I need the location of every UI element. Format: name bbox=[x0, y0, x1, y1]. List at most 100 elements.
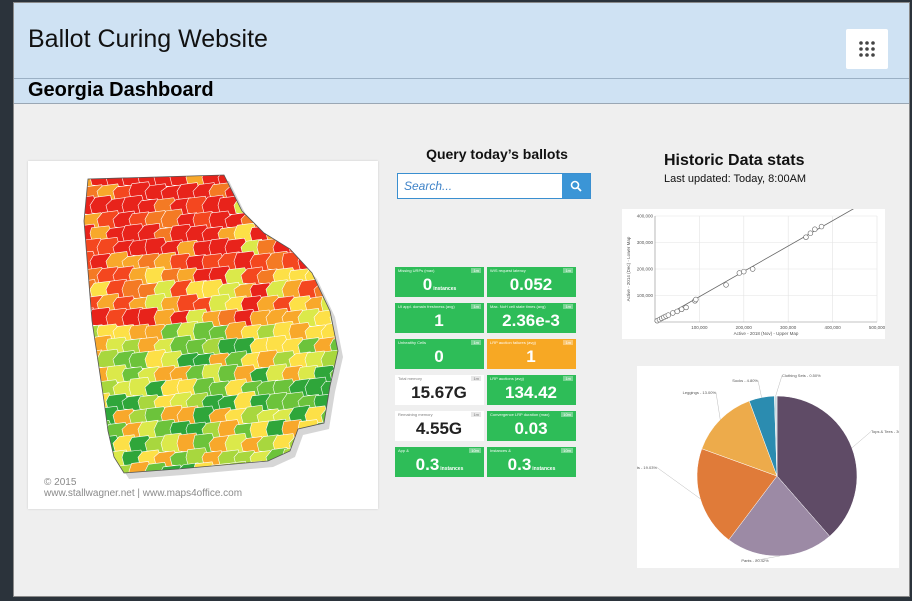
tile-badge: 10m bbox=[469, 448, 481, 453]
scatter-point bbox=[665, 312, 672, 318]
tile-badge: 1m bbox=[563, 304, 573, 309]
tile-label: Convergence LRP duration (max) bbox=[490, 412, 550, 417]
tile-label: UI appl. domain freshness (avg) bbox=[398, 304, 455, 309]
header: Ballot Curing Website Georgia Dashboard bbox=[14, 3, 909, 104]
scatter-point bbox=[683, 304, 689, 311]
scatter-point bbox=[693, 296, 699, 303]
scatter-point bbox=[818, 223, 825, 230]
tile-label: App & bbox=[398, 448, 409, 453]
metric-tile[interactable]: WIS request latency 1m 0.052 bbox=[487, 267, 576, 297]
county-shape bbox=[336, 209, 338, 230]
county-shape bbox=[282, 478, 305, 495]
pie-label: Leggings - 13.00% bbox=[683, 390, 717, 395]
county-shape bbox=[313, 175, 338, 188]
county-shape bbox=[320, 240, 338, 258]
county-shape bbox=[329, 175, 338, 188]
county-shape bbox=[256, 209, 281, 230]
apps-menu-button[interactable] bbox=[846, 29, 888, 69]
x-tick-label: 300,000 bbox=[780, 325, 797, 330]
county-shape bbox=[281, 196, 306, 216]
metric-tile[interactable]: Missing URPs (max) 1m 0instances bbox=[395, 267, 484, 297]
y-axis-label: Active - 2014 (Dec) - Lower Map bbox=[626, 236, 631, 301]
county-shape bbox=[304, 435, 329, 454]
county-shape bbox=[84, 435, 105, 454]
county-shape bbox=[313, 224, 338, 244]
county-shape bbox=[84, 338, 98, 356]
scatter-plot-svg: 100,000 200,000 300,000 400,000 500,000 100,0… bbox=[626, 207, 886, 336]
scatter-point bbox=[741, 268, 747, 275]
metric-tile[interactable]: App & 10m 0.3instances bbox=[395, 447, 484, 477]
county-shape bbox=[320, 268, 338, 286]
tile-badge: 1m bbox=[563, 268, 573, 273]
y-tick-label: 400,000 bbox=[637, 214, 654, 219]
metric-tile[interactable]: LRP auctions (avg) 1m 134.42 bbox=[487, 375, 576, 405]
tile-unit: instances bbox=[440, 466, 464, 472]
scatter-point bbox=[812, 226, 818, 232]
county-shape bbox=[84, 377, 105, 398]
pie-leader-line bbox=[757, 380, 762, 398]
county-shape bbox=[330, 475, 353, 495]
county-shape bbox=[265, 194, 290, 216]
metric-tile[interactable]: Total memory 1m 15.67G bbox=[395, 375, 484, 405]
scatter-point bbox=[670, 310, 676, 316]
search-input[interactable] bbox=[398, 174, 562, 198]
y-tick-label: 300,000 bbox=[637, 240, 654, 245]
county-shape bbox=[329, 197, 338, 216]
county-shape bbox=[329, 252, 338, 272]
county-shape bbox=[304, 183, 329, 202]
scatter-point bbox=[807, 230, 814, 236]
pie-label: Tops & Tees - 36.26% bbox=[871, 429, 899, 434]
tile-unit: instances bbox=[433, 286, 457, 292]
metric-tile[interactable]: Max. NoH cell state times (avg) 1m 2.36e-3 bbox=[487, 303, 576, 333]
metric-tile[interactable]: Remaining memory 1m 4.55G bbox=[395, 411, 484, 441]
metric-tile[interactable]: LRP auction failures (avg) 1m 1 bbox=[487, 339, 576, 369]
county-shape bbox=[84, 449, 98, 468]
county-shape bbox=[304, 461, 329, 473]
tile-value-number: 0.052 bbox=[509, 275, 553, 294]
metric-tile[interactable]: UI appl. domain freshness (avg) 1m 1 bbox=[395, 303, 484, 333]
x-tick-label: 400,000 bbox=[824, 325, 841, 330]
tile-value: 134.42 bbox=[487, 383, 576, 403]
tile-label: Instances & bbox=[490, 448, 511, 453]
tile-value: 0instances bbox=[395, 275, 484, 295]
metric-tile[interactable]: Unhealthy Cells 1m 0 bbox=[395, 339, 484, 369]
search-icon bbox=[570, 180, 582, 192]
county-shape bbox=[84, 406, 105, 426]
county-shape bbox=[329, 226, 338, 244]
pie-chart-svg: Tops & Tees - 36.26% Pants - 20.42% Outerw… bbox=[606, 373, 909, 563]
county-shape bbox=[84, 390, 98, 412]
tile-value: 0.052 bbox=[487, 275, 576, 295]
county-shape bbox=[336, 463, 338, 473]
county-shape bbox=[256, 183, 281, 202]
map-credit: © 2015 www.stallwagner.net | www.maps4of… bbox=[44, 477, 242, 499]
county-shape bbox=[329, 282, 338, 300]
scatter-chart[interactable]: 100,000 200,000 300,000 400,000 500,000 100,0… bbox=[622, 207, 886, 339]
metric-tile[interactable]: Instances & 10m 0.3instances bbox=[487, 447, 576, 477]
scatter-point bbox=[723, 282, 729, 288]
pie-chart[interactable]: Tops & Tees - 36.26% Pants - 20.42% Outerw… bbox=[606, 366, 909, 568]
tile-value: 15.67G bbox=[395, 383, 484, 403]
x-tick-label: 100,000 bbox=[691, 325, 708, 330]
tile-badge: 10m bbox=[561, 412, 573, 417]
county-shape bbox=[240, 181, 265, 202]
county-shape bbox=[297, 196, 322, 216]
tile-value-number: 0.03 bbox=[514, 419, 548, 438]
county-shape bbox=[250, 477, 273, 495]
county-shape bbox=[320, 464, 338, 473]
pie-label: Pants - 20.42% bbox=[741, 558, 769, 563]
county-shape bbox=[336, 323, 338, 342]
scatter-point bbox=[674, 308, 680, 315]
metric-tile[interactable]: Convergence LRP duration (max) 10m 0.03 bbox=[487, 411, 576, 441]
x-tick-label: 500,000 bbox=[869, 325, 885, 330]
scatter-point bbox=[803, 234, 809, 240]
georgia-county-map[interactable]: © 2015 www.stallwagner.net | www.maps4of… bbox=[28, 161, 378, 509]
county-shape bbox=[336, 407, 338, 426]
pie-leader-line bbox=[851, 431, 872, 449]
county-shape bbox=[313, 252, 338, 272]
county-shape bbox=[336, 436, 338, 454]
tile-value: 2.36e-3 bbox=[487, 311, 576, 331]
county-shape bbox=[84, 366, 98, 384]
county-shape bbox=[272, 183, 297, 202]
search-button[interactable] bbox=[562, 174, 590, 198]
county-shape bbox=[297, 175, 322, 188]
